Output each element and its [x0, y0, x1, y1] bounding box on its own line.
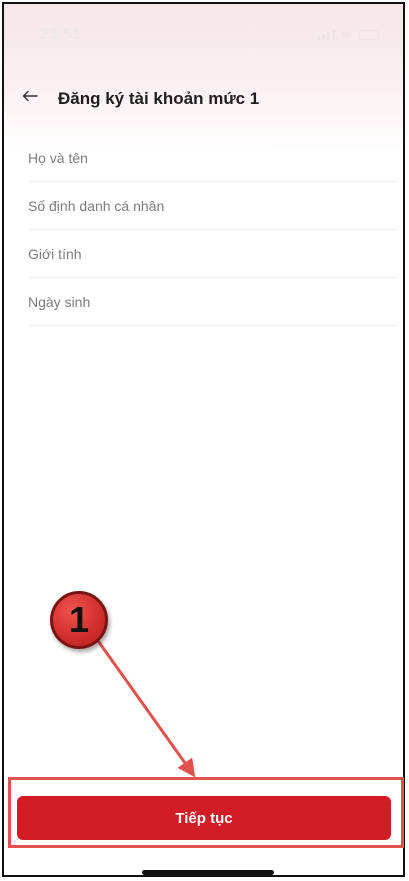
id-number-value	[288, 194, 398, 216]
navigation-bar: Đăng ký tài khoản mức 1	[4, 82, 403, 122]
annotation-highlight-box	[8, 777, 404, 848]
id-number-label: Số định danh cá nhân	[28, 198, 165, 214]
form-row-full-name: Họ và tên	[28, 134, 398, 182]
phone-screen: 23:51 Đăng ký tài khoản mức 1 Họ và tên …	[2, 2, 405, 877]
wifi-icon	[341, 31, 353, 40]
gender-label: Giới tính	[28, 246, 82, 262]
signal-icon	[317, 30, 335, 40]
full-name-value	[274, 146, 398, 168]
battery-icon	[359, 30, 379, 40]
arrow-left-icon[interactable]	[20, 86, 40, 106]
birth-date-value	[286, 290, 398, 312]
form-row-gender: Giới tính	[28, 230, 398, 278]
status-time: 23:51	[40, 26, 81, 43]
status-icons	[317, 30, 379, 40]
home-indicator	[142, 870, 274, 875]
form-row-birth-date: Ngày sinh	[28, 278, 398, 326]
gender-value	[362, 242, 398, 264]
status-bar: 23:51	[4, 4, 403, 68]
page-title: Đăng ký tài khoản mức 1	[58, 89, 260, 108]
form-list: Họ và tên Số định danh cá nhân Giới tính…	[28, 134, 398, 326]
full-name-label: Họ và tên	[28, 150, 88, 166]
form-row-id-number: Số định danh cá nhân	[28, 182, 398, 230]
step-number: 1	[68, 599, 90, 640]
birth-date-label: Ngày sinh	[28, 294, 91, 310]
step-marker: 1	[50, 591, 108, 649]
